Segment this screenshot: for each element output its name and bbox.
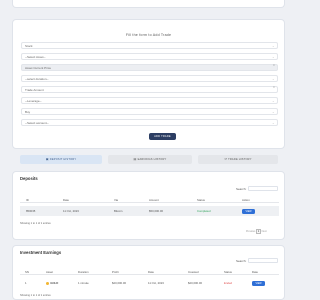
next-page-button[interactable]: Next (262, 230, 267, 233)
chevron-down-icon: ⌄ (271, 76, 275, 81)
form-title: Fill the form to Add Trade (125, 33, 172, 37)
deposits-search-input[interactable] (248, 186, 278, 191)
tab-earnings-history[interactable]: ▤EARNINGS HISTORY (108, 155, 192, 164)
page-1-button[interactable]: 1 (255, 229, 261, 234)
tab-trade-history[interactable]: ↺TRADE HISTORY (198, 155, 278, 164)
chevron-down-icon: ⌄ (271, 120, 275, 125)
chart-icon: ▤ (133, 157, 137, 161)
asset-price-field[interactable]: Asset Current Price ⇕ (21, 64, 278, 71)
earnings-search-input[interactable] (248, 258, 278, 263)
table-row: 1 GOLD 1 minute $20,000.00 11 Oct, 2023 … (20, 278, 279, 288)
deposits-title: Deposits (20, 176, 38, 181)
duration-select[interactable]: --select duration-- ⌄ (21, 75, 278, 82)
earnings-card: Investment Earnings Search: SN Asset Dur… (12, 245, 285, 300)
top-card (12, 0, 285, 8)
chevron-down-icon: ⌄ (271, 109, 275, 114)
stepper-icon: ⇕ (272, 86, 275, 90)
pagination: Previous 1 Next (246, 229, 267, 234)
stepper-icon: ⇕ (272, 64, 275, 68)
trade-amount-field[interactable]: Trade Amount ⇕ (21, 86, 278, 93)
asset-select[interactable]: --Select Asset-- ⌄ (21, 53, 278, 60)
view-button[interactable]: VIEW (242, 208, 255, 214)
status-badge: Ended (224, 281, 233, 286)
earnings-showing-text: Showing 1 to 1 of 1 entries (20, 294, 51, 297)
category-select[interactable]: Stock ⌄ (21, 42, 278, 49)
search-label: Search: (236, 187, 247, 191)
wallet-icon: ▣ (45, 157, 49, 161)
earnings-table-header: SN Asset Duration Profit Date Invested S… (20, 268, 279, 275)
view-button[interactable]: VIEW (252, 280, 265, 286)
deposits-table-header: ID Date Via Amount Status Action (20, 196, 279, 203)
deposits-showing-text: Showing 1 to 1 of 1 entries (20, 222, 51, 225)
leverage-select[interactable]: --Leverage-- ⌄ (21, 97, 278, 104)
trade-type-select[interactable]: Buy ⌄ (21, 108, 278, 115)
add-trade-button[interactable]: ADD TRADE (149, 133, 176, 140)
prev-page-button[interactable]: Previous (246, 230, 255, 233)
status-badge: Completed (197, 209, 211, 214)
chevron-down-icon: ⌄ (271, 98, 275, 103)
chevron-down-icon: ⌄ (271, 54, 275, 59)
deposits-card: Deposits Search: ID Date Via Amount Stat… (12, 171, 285, 240)
search-label: Search: (236, 259, 247, 263)
tab-deposit-history[interactable]: ▣DEPOSIT HISTORY (20, 155, 102, 164)
table-row: 850035 11 Oct, 2023 Bitcoin $50,000.00 C… (20, 206, 279, 216)
history-icon: ↺ (224, 157, 228, 161)
account-select[interactable]: --Select account-- ⌄ (21, 119, 278, 126)
add-trade-card: Fill the form to Add Trade Stock ⌄ --Sel… (12, 19, 285, 149)
gold-coin-icon (46, 281, 50, 285)
earnings-title: Investment Earnings (20, 250, 62, 255)
chevron-down-icon: ⌄ (271, 43, 275, 48)
